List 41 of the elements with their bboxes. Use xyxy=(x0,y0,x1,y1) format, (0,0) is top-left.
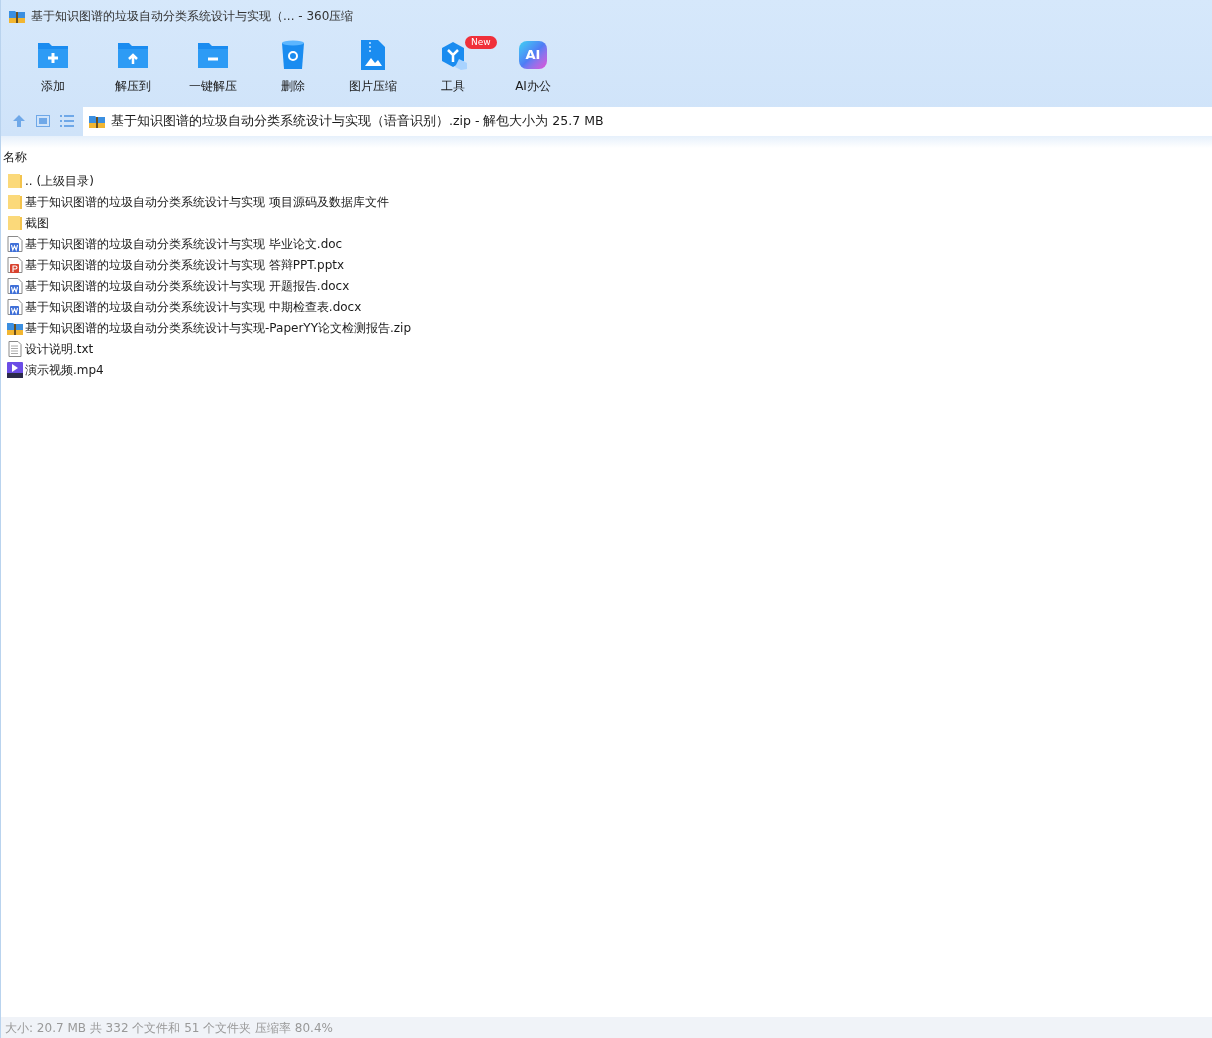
up-arrow-icon[interactable] xyxy=(11,113,27,129)
toolbar-button[interactable]: 添加 xyxy=(13,32,93,106)
file-name[interactable]: 演示视频.mp4 xyxy=(25,360,104,379)
new-badge: New xyxy=(465,36,497,49)
file-name[interactable]: 基于知识图谱的垃圾自动分类系统设计与实现 项目源码及数据库文件 xyxy=(25,192,389,211)
toolbar-button[interactable]: 删除 xyxy=(253,32,333,106)
status-text: 大小: 20.7 MB 共 332 个文件和 51 个文件夹 压缩率 80.4% xyxy=(5,1019,333,1037)
archive-icon xyxy=(9,8,25,24)
column-header[interactable]: 名称 xyxy=(1,148,27,166)
video-file-icon xyxy=(7,361,23,378)
address-field[interactable]: 基于知识图谱的垃圾自动分类系统设计与实现（语音识别）.zip - 解包大小为 25.7 MB xyxy=(83,106,1212,136)
word-document-icon xyxy=(7,277,23,294)
folder-minus-icon xyxy=(197,41,229,69)
image-file-icon xyxy=(361,39,385,71)
toolbar-button[interactable]: 一键解压 xyxy=(173,32,253,106)
file-name[interactable]: 基于知识图谱的垃圾自动分类系统设计与实现 开题报告.docx xyxy=(25,276,350,295)
file-name[interactable]: 基于知识图谱的垃圾自动分类系统设计与实现 答辩PPT.pptx xyxy=(25,255,345,274)
toolbar-button[interactable]: 解压到 xyxy=(93,32,173,106)
file-name[interactable]: 基于知识图谱的垃圾自动分类系统设计与实现 中期检查表.docx xyxy=(25,297,362,316)
toolbar-button[interactable]: 图片压缩 xyxy=(333,32,413,106)
archive-path: 基于知识图谱的垃圾自动分类系统设计与实现（语音识别）.zip - 解包大小为 25.7 MB xyxy=(111,111,604,130)
thumbnail-view-icon[interactable] xyxy=(35,113,51,129)
folder-icon xyxy=(7,193,23,210)
window-title: 基于知识图谱的垃圾自动分类系统设计与实现（... - 360压缩 xyxy=(31,8,354,25)
archive-icon xyxy=(89,113,105,129)
file-name[interactable]: .. (上级目录) xyxy=(25,171,94,190)
folder-icon xyxy=(7,172,23,189)
word-document-icon xyxy=(7,235,23,252)
file-name[interactable]: 截图 xyxy=(25,213,49,232)
list-view-icon[interactable] xyxy=(59,113,75,129)
folder-upload-icon xyxy=(117,41,149,69)
file-name[interactable]: 基于知识图谱的垃圾自动分类系统设计与实现 毕业论文.doc xyxy=(25,234,343,253)
folder-icon xyxy=(7,214,23,231)
text-file-icon xyxy=(7,340,23,357)
ai-logo-icon: AI xyxy=(519,41,547,69)
presentation-file-icon xyxy=(7,256,23,273)
folder-plus-icon xyxy=(37,41,69,69)
file-name[interactable]: 基于知识图谱的垃圾自动分类系统设计与实现-PaperYY论文检测报告.zip xyxy=(25,318,412,337)
word-document-icon xyxy=(7,298,23,315)
recycle-bin-icon xyxy=(281,39,305,71)
file-name[interactable]: 设计说明.txt xyxy=(25,339,94,358)
